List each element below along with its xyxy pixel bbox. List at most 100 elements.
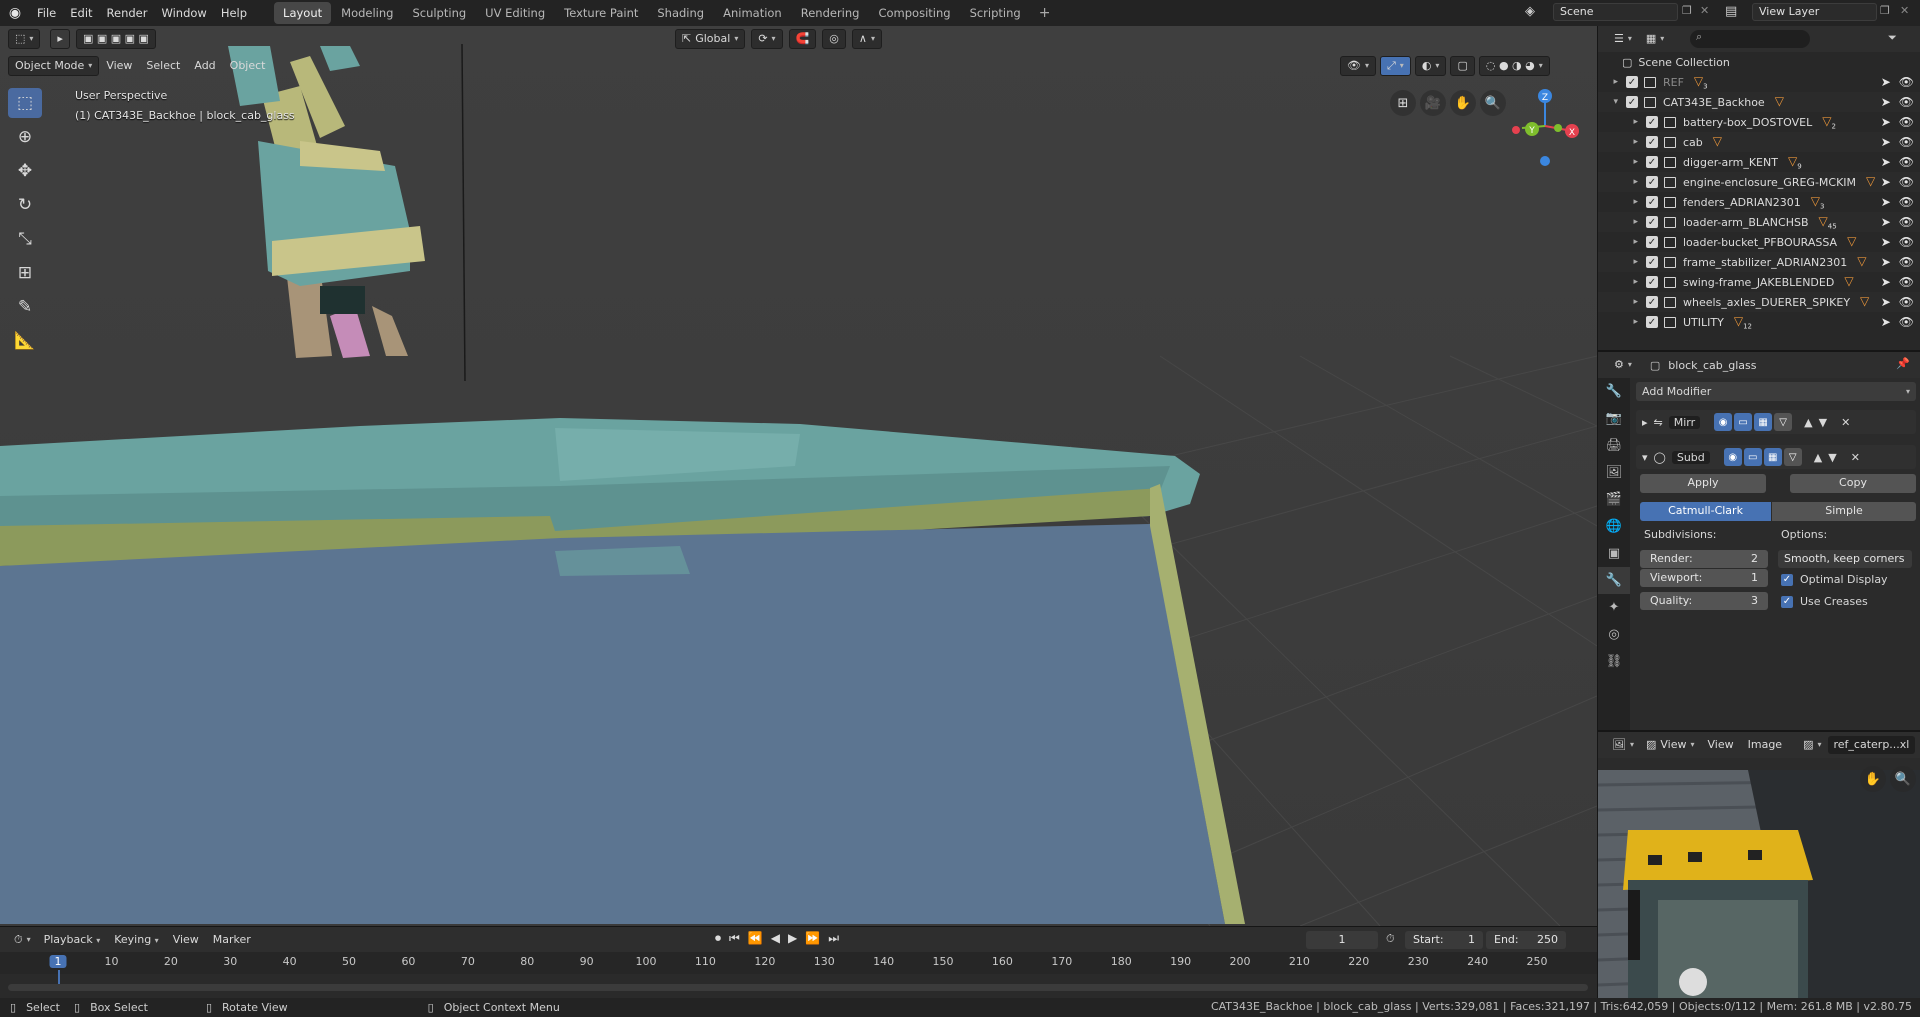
tab-rendering[interactable]: Rendering (792, 2, 869, 24)
outliner-row[interactable]: ▸ ✓ engine-enclosure_GREG-MCKIM ▽ ➤ 👁 (1598, 172, 1920, 192)
jump-end-icon[interactable]: ⏭ (828, 931, 839, 946)
object-mode-dropdown[interactable]: Object Mode ▾ (8, 56, 100, 76)
timeline-menu-view[interactable]: View (166, 930, 206, 950)
tab-modeling[interactable]: Modeling (332, 2, 402, 24)
collapse-arrow-icon[interactable]: ▾ (1642, 451, 1648, 464)
expand-arrow-icon[interactable]: ▸ (1598, 157, 1646, 167)
image-browse-icon[interactable]: ▨ ▾ (1797, 735, 1827, 755)
object-tab-icon[interactable]: ▣ (1598, 540, 1630, 567)
exclude-checkbox[interactable]: ✓ (1646, 236, 1658, 248)
tab-texture-paint[interactable]: Texture Paint (555, 2, 647, 24)
eye-icon[interactable]: 👁 (1899, 255, 1914, 269)
selectable-arrow-icon[interactable]: ➤ (1881, 295, 1891, 309)
next-keyframe-icon[interactable]: ⏩ (805, 931, 820, 946)
outliner-row[interactable]: ▸ ✓ frame_stabilizer_ADRIAN2301 ▽ ➤ 👁 (1598, 252, 1920, 272)
outliner-row[interactable]: ▾ ✓ CAT343E_Backhoe ▽ ➤ 👁 (1598, 92, 1920, 112)
filter-icon[interactable]: ⏷ (1888, 31, 1897, 45)
tab-uv-editing[interactable]: UV Editing (476, 2, 554, 24)
move-up-icon[interactable]: ▲ (1814, 451, 1822, 464)
selectable-arrow-icon[interactable]: ➤ (1881, 275, 1891, 289)
menu-help[interactable]: Help (214, 2, 254, 24)
selectable-arrow-icon[interactable]: ➤ (1881, 95, 1891, 109)
cage-icon[interactable]: ▽ (1774, 413, 1793, 431)
outliner-row[interactable]: ▸ ✓ UTILITY ▽12 ➤ 👁 (1598, 312, 1920, 332)
view-layer-tab-icon[interactable]: 🖼 (1598, 459, 1630, 486)
exclude-checkbox[interactable]: ✓ (1646, 116, 1658, 128)
selectable-arrow-icon[interactable]: ➤ (1881, 175, 1891, 189)
exclude-checkbox[interactable]: ✓ (1646, 216, 1658, 228)
editmode-icon[interactable]: ▦ (1754, 413, 1773, 431)
selectable-arrow-icon[interactable]: ➤ (1881, 255, 1891, 269)
eye-icon[interactable]: 👁 (1899, 295, 1914, 309)
display-icon[interactable]: ▭ (1734, 413, 1753, 431)
tool-tab-icon[interactable]: 🔧 (1598, 378, 1630, 405)
proportional-editing-toggle[interactable]: ◎ (822, 29, 846, 49)
image-menu-view[interactable]: View (1701, 735, 1741, 755)
remove-modifier-icon[interactable]: ✕ (1841, 416, 1850, 429)
image-view-mode-dropdown[interactable]: ▨ View ▾ (1640, 735, 1701, 755)
catmull-clark-button[interactable]: Catmull-Clark (1640, 502, 1771, 521)
cursor-tool[interactable]: ⊕ (8, 122, 42, 152)
outliner-row[interactable]: ▸ ✓ loader-bucket_PFBOURASSA ▽ ➤ 👁 (1598, 232, 1920, 252)
modifier-mirror[interactable]: ▸ ⇋ Mirr ◉ ▭ ▦ ▽ ▲ ▼ ✕ (1636, 410, 1916, 434)
view-layer-copy-icon[interactable]: ❐ (1880, 4, 1890, 17)
exclude-checkbox[interactable]: ✓ (1626, 96, 1638, 108)
tab-scripting[interactable]: Scripting (961, 2, 1030, 24)
timeline-scrollbar[interactable] (8, 984, 1588, 991)
expand-arrow-icon[interactable]: ▸ (1598, 137, 1646, 147)
outliner-row[interactable]: ▸ ✓ battery-box_DOSTOVEL ▽2 ➤ 👁 (1598, 112, 1920, 132)
preview-range-icon[interactable]: ⏱ (1386, 932, 1395, 946)
move-up-icon[interactable]: ▲ (1804, 416, 1812, 429)
expand-arrow-icon[interactable]: ▸ (1598, 117, 1646, 127)
physics-tab-icon[interactable]: ◎ (1598, 621, 1630, 648)
outliner-row[interactable]: ▸ ✓ fenders_ADRIAN2301 ▽3 ➤ 👁 (1598, 192, 1920, 212)
tab-sculpting[interactable]: Sculpting (403, 2, 475, 24)
view-layer-close-icon[interactable]: ✕ (1900, 4, 1909, 17)
tab-shading[interactable]: Shading (648, 2, 713, 24)
image-name-field[interactable]: ref_caterp...xl (1827, 736, 1916, 754)
scene-field[interactable]: Scene (1553, 3, 1678, 21)
pan-view-icon[interactable]: ✋ (1450, 90, 1476, 116)
eye-icon[interactable]: 👁 (1899, 275, 1914, 289)
rotate-tool[interactable]: ↻ (8, 190, 42, 220)
expand-arrow-icon[interactable]: ▸ (1598, 297, 1646, 307)
viewport-levels-field[interactable]: Viewport: 1 (1640, 569, 1768, 587)
play-icon[interactable]: ▶ (788, 931, 797, 946)
use-creases-checkbox[interactable]: ✓ Use Creases (1781, 595, 1868, 608)
select-box-tool[interactable]: ⬚ (8, 88, 42, 118)
gizmo-toggle[interactable]: ⤢ ▾ (1379, 56, 1411, 76)
scene-icon[interactable]: ◈ (1525, 4, 1535, 19)
jump-start-icon[interactable]: ⏮ (729, 931, 740, 946)
transform-orientation-dropdown[interactable]: ⇱ Global ▾ (675, 29, 746, 49)
modifier-tab-icon[interactable]: 🔧 (1598, 567, 1630, 594)
cage-icon[interactable]: ▽ (1783, 448, 1802, 466)
display-icon[interactable]: ▭ (1743, 448, 1762, 466)
viewport-menu-select[interactable]: Select (139, 56, 187, 76)
outliner-row[interactable]: ▸ ✓ cab ▽ ➤ 👁 (1598, 132, 1920, 152)
move-tool[interactable]: ✥ (8, 156, 42, 186)
menu-render[interactable]: Render (100, 2, 155, 24)
gizmo-neg-y[interactable] (1554, 124, 1562, 132)
move-down-icon[interactable]: ▼ (1819, 416, 1827, 429)
eye-icon[interactable]: 👁 (1899, 175, 1914, 189)
navigation-gizmo[interactable]: Z X Y (1510, 86, 1590, 186)
eye-icon[interactable]: 👁 (1899, 115, 1914, 129)
exclude-checkbox[interactable]: ✓ (1646, 156, 1658, 168)
eye-icon[interactable]: 👁 (1899, 235, 1914, 249)
exclude-checkbox[interactable]: ✓ (1646, 196, 1658, 208)
camera-view-icon[interactable]: 🎥 (1420, 90, 1446, 116)
zoom-view-icon[interactable]: 🔍 (1480, 90, 1506, 116)
quality-field[interactable]: Quality: 3 (1640, 592, 1768, 610)
pin-icon[interactable]: 📌 (1896, 357, 1910, 370)
selectable-arrow-icon[interactable]: ➤ (1881, 155, 1891, 169)
scene-copy-icon[interactable]: ❐ (1682, 4, 1692, 17)
end-frame-field[interactable]: End: 250 (1486, 931, 1566, 949)
3d-viewport[interactable]: ⬚ ▾ ▸ ▣ ▣ ▣ ▣ ▣ Object Mode ▾ View Select … (0, 26, 1597, 926)
record-icon[interactable]: ⏺ (715, 931, 721, 946)
apply-button[interactable]: Apply (1640, 474, 1766, 493)
constraints-tab-icon[interactable]: ⛓ (1598, 648, 1630, 675)
exclude-checkbox[interactable]: ✓ (1646, 296, 1658, 308)
outliner-row[interactable]: ▸ ✓ REF ▽3 ➤ 👁 (1598, 72, 1920, 92)
outliner-row[interactable]: ▸ ✓ wheels_axles_DUERER_SPIKEY ▽ ➤ 👁 (1598, 292, 1920, 312)
add-workspace-button[interactable]: + (1031, 5, 1059, 21)
